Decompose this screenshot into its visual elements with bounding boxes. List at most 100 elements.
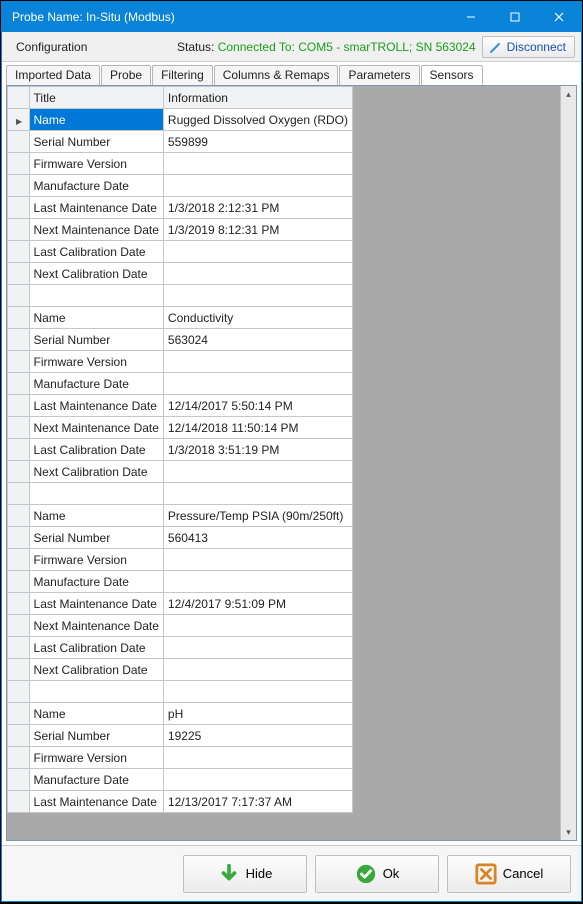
cell-information[interactable] [163,615,352,637]
row-header[interactable] [8,219,30,241]
cell-title[interactable]: Next Maintenance Date [29,219,163,241]
row-header[interactable] [8,439,30,461]
cell-title[interactable]: Next Calibration Date [29,659,163,681]
table-row[interactable]: Serial Number563024 [8,329,353,351]
cell-title[interactable]: Next Calibration Date [29,263,163,285]
cell-title[interactable]: Name [29,703,163,725]
cell-title[interactable]: Firmware Version [29,747,163,769]
row-header[interactable] [8,395,30,417]
sensors-grid[interactable]: Title Information NameRugged Dissolved O… [7,86,353,813]
tab-sensors[interactable]: Sensors [421,65,483,85]
cell-title[interactable]: Next Maintenance Date [29,615,163,637]
vertical-scrollbar[interactable]: ▴ ▾ [560,86,576,840]
cell-title[interactable]: Firmware Version [29,549,163,571]
cell-title[interactable]: Name [29,505,163,527]
table-row[interactable]: Firmware Version [8,153,353,175]
table-row[interactable]: Firmware Version [8,351,353,373]
cell-title[interactable]: Firmware Version [29,351,163,373]
cell-information[interactable]: 1/3/2019 8:12:31 PM [163,219,352,241]
cell-information[interactable]: 560413 [163,527,352,549]
cell-title[interactable] [29,285,163,307]
table-row[interactable] [8,681,353,703]
cell-title[interactable]: Manufacture Date [29,769,163,791]
cell-information[interactable] [163,483,352,505]
ok-button[interactable]: Ok [315,855,439,893]
cell-information[interactable] [163,769,352,791]
table-row[interactable]: Serial Number559899 [8,131,353,153]
table-row[interactable]: NamePressure/Temp PSIA (90m/250ft) [8,505,353,527]
row-header[interactable] [8,681,30,703]
table-row[interactable]: Last Calibration Date1/3/2018 3:51:19 PM [8,439,353,461]
cell-information[interactable]: 12/14/2018 11:50:14 PM [163,417,352,439]
table-row[interactable]: Next Maintenance Date12/14/2018 11:50:14… [8,417,353,439]
cell-information[interactable] [163,285,352,307]
table-row[interactable]: Manufacture Date [8,571,353,593]
tab-parameters[interactable]: Parameters [339,65,419,85]
cell-title[interactable]: Manufacture Date [29,571,163,593]
cell-title[interactable]: Serial Number [29,725,163,747]
scroll-up-arrow[interactable]: ▴ [561,86,576,102]
tab-imported-data[interactable]: Imported Data [6,65,100,85]
row-header[interactable] [8,791,30,813]
row-header[interactable] [8,571,30,593]
cell-information[interactable]: 1/3/2018 3:51:19 PM [163,439,352,461]
table-row[interactable]: Next Calibration Date [8,263,353,285]
table-row[interactable]: Serial Number560413 [8,527,353,549]
cell-information[interactable]: Conductivity [163,307,352,329]
row-header[interactable] [8,593,30,615]
cell-information[interactable] [163,571,352,593]
row-header[interactable] [8,373,30,395]
row-header[interactable] [8,615,30,637]
row-header[interactable] [8,747,30,769]
row-header[interactable] [8,417,30,439]
grid-corner[interactable] [8,87,30,109]
table-row[interactable]: Next Maintenance Date1/3/2019 8:12:31 PM [8,219,353,241]
cell-title[interactable]: Serial Number [29,527,163,549]
cell-information[interactable] [163,637,352,659]
cell-title[interactable]: Firmware Version [29,153,163,175]
row-header[interactable] [8,329,30,351]
table-row[interactable]: Next Calibration Date [8,461,353,483]
cell-information[interactable] [163,175,352,197]
table-row[interactable]: Last Maintenance Date1/3/2018 2:12:31 PM [8,197,353,219]
row-header[interactable] [8,637,30,659]
table-row[interactable]: Last Calibration Date [8,637,353,659]
cell-information[interactable] [163,153,352,175]
cell-title[interactable]: Next Maintenance Date [29,417,163,439]
close-button[interactable] [537,2,581,32]
cell-information[interactable] [163,461,352,483]
row-header[interactable] [8,703,30,725]
row-header[interactable] [8,769,30,791]
cell-title[interactable] [29,483,163,505]
cell-title[interactable]: Serial Number [29,329,163,351]
table-row[interactable]: Manufacture Date [8,769,353,791]
tab-columns-remaps[interactable]: Columns & Remaps [214,65,339,85]
cell-title[interactable]: Next Calibration Date [29,461,163,483]
cell-title[interactable]: Last Calibration Date [29,637,163,659]
row-header[interactable] [8,725,30,747]
cell-title[interactable]: Name [29,307,163,329]
column-information[interactable]: Information [163,87,352,109]
cell-information[interactable]: 12/4/2017 9:51:09 PM [163,593,352,615]
cell-title[interactable] [29,681,163,703]
tab-probe[interactable]: Probe [101,65,151,85]
hide-button[interactable]: Hide [183,855,307,893]
table-row[interactable]: NamepH [8,703,353,725]
cell-information[interactable]: 19225 [163,725,352,747]
table-row[interactable]: Serial Number19225 [8,725,353,747]
table-row[interactable]: Last Maintenance Date12/13/2017 7:17:37 … [8,791,353,813]
cell-title[interactable]: Last Maintenance Date [29,197,163,219]
row-header[interactable] [8,241,30,263]
maximize-button[interactable] [493,2,537,32]
cell-information[interactable] [163,549,352,571]
cell-information[interactable]: 563024 [163,329,352,351]
table-row[interactable]: NameConductivity [8,307,353,329]
cell-information[interactable]: 559899 [163,131,352,153]
tab-filtering[interactable]: Filtering [152,65,213,85]
cell-title[interactable]: Serial Number [29,131,163,153]
cell-title[interactable]: Manufacture Date [29,373,163,395]
row-header[interactable] [8,197,30,219]
cancel-button[interactable]: Cancel [447,855,571,893]
row-header[interactable] [8,505,30,527]
table-row[interactable] [8,285,353,307]
